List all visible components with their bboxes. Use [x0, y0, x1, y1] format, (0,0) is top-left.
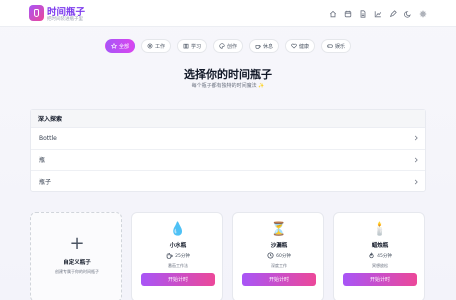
tab-label: 工作	[154, 43, 165, 50]
bottle-duration: 45分钟	[334, 252, 426, 259]
candle-icon: 🕯️	[371, 222, 389, 237]
custom-card-desc: 创建专属于你的时间瓶子	[55, 269, 99, 274]
explore-item[interactable]: 瓶子	[31, 171, 425, 193]
bottle-desc: 番茄工作法	[168, 263, 188, 268]
hourglass-icon: ⏳	[270, 222, 288, 237]
coffee-icon	[255, 45, 261, 49]
clock-icon	[267, 252, 274, 259]
bottle-desc: 冥想放松	[372, 263, 388, 268]
custom-card-name: 自定义瓶子	[63, 260, 91, 266]
app-logo	[29, 5, 44, 21]
bottle-icon	[34, 9, 39, 17]
water-drop-icon: 💧	[169, 222, 187, 237]
bottle-desc: 深度工作	[271, 263, 287, 268]
explore-item[interactable]: Bottle	[31, 128, 425, 150]
tab-label: 健康	[299, 43, 310, 50]
settings-icon[interactable]	[417, 8, 428, 19]
cup-icon	[166, 253, 173, 259]
bottle-duration: 25分钟	[132, 252, 224, 259]
tab-label: 休息	[263, 43, 274, 50]
tab-rest[interactable]: 休息	[249, 39, 280, 53]
page-title: 选择你的时间瓶子	[184, 68, 272, 81]
tab-work[interactable]: 工作	[140, 39, 171, 53]
explore-panel: 深入探索 Bottle 瓶 瓶子	[30, 109, 426, 192]
tab-study[interactable]: 学习	[176, 39, 207, 53]
file-icon[interactable]	[357, 8, 368, 19]
tab-label: 娱乐	[335, 43, 346, 50]
tab-all[interactable]: 全部	[104, 39, 135, 53]
gamepad-icon	[327, 44, 333, 48]
star-icon	[110, 43, 117, 49]
bottle-duration: 60分钟	[233, 252, 325, 259]
duration-text: 45分钟	[377, 253, 392, 259]
tab-create[interactable]: 创作	[212, 39, 243, 53]
explore-item-label: Bottle	[39, 134, 57, 142]
bottle-name: 小水瓶	[169, 243, 187, 249]
palette-icon	[219, 43, 225, 49]
explore-item-label: 瓶	[39, 157, 46, 165]
book-icon	[183, 43, 189, 49]
chevron-right-icon	[413, 179, 419, 185]
bottle-name: 蜡烛瓶	[371, 243, 389, 249]
bottle-card-water[interactable]: 💧 小水瓶 25分钟 番茄工作法 开始计时	[131, 212, 223, 300]
chevron-right-icon	[413, 157, 419, 163]
bottle-name: 沙漏瓶	[270, 243, 288, 249]
tab-label: 创作	[226, 43, 237, 50]
explore-item-label: 瓶子	[39, 179, 52, 187]
header-toolbar	[327, 8, 428, 19]
start-timer-button[interactable]: 开始计时	[141, 273, 215, 286]
explore-heading: 深入探索	[31, 110, 425, 128]
custom-bottle-card[interactable]: + 自定义瓶子 创建专属于你的时间瓶子	[30, 212, 122, 300]
pen-icon[interactable]	[387, 8, 398, 19]
tab-label: 全部	[118, 43, 129, 50]
home-icon[interactable]	[327, 8, 338, 19]
heart-icon	[291, 43, 297, 49]
plus-icon: +	[69, 233, 85, 254]
explore-item[interactable]: 瓶	[31, 150, 425, 171]
category-tabs: 全部 工作 学习 创作 休息 健康 娱乐	[0, 39, 456, 53]
chart-icon[interactable]	[372, 8, 383, 19]
duration-text: 60分钟	[276, 253, 291, 259]
bottle-card-hourglass[interactable]: ⏳ 沙漏瓶 60分钟 深度工作 开始计时	[232, 212, 324, 300]
duration-text: 25分钟	[175, 253, 190, 259]
tab-fun[interactable]: 娱乐	[321, 39, 352, 53]
flame-icon	[369, 252, 374, 259]
app-subtitle: 把时间装进瓶子里	[47, 17, 83, 22]
start-timer-button[interactable]: 开始计时	[343, 273, 417, 286]
bottle-card-candle[interactable]: 🕯️ 蜡烛瓶 45分钟 冥想放松 开始计时	[333, 212, 425, 300]
start-timer-button[interactable]: 开始计时	[242, 273, 316, 286]
calendar-icon[interactable]	[342, 8, 353, 19]
moon-icon[interactable]	[402, 8, 413, 19]
chevron-right-icon	[413, 135, 419, 141]
page-subtitle: 每个瓶子都有独特的时间魔法 ✨	[191, 83, 265, 89]
tab-health[interactable]: 健康	[285, 39, 316, 53]
app-header: 时间瓶子 把时间装进瓶子里	[0, 0, 456, 27]
briefcase-icon	[147, 43, 153, 49]
tab-label: 学习	[190, 43, 201, 50]
